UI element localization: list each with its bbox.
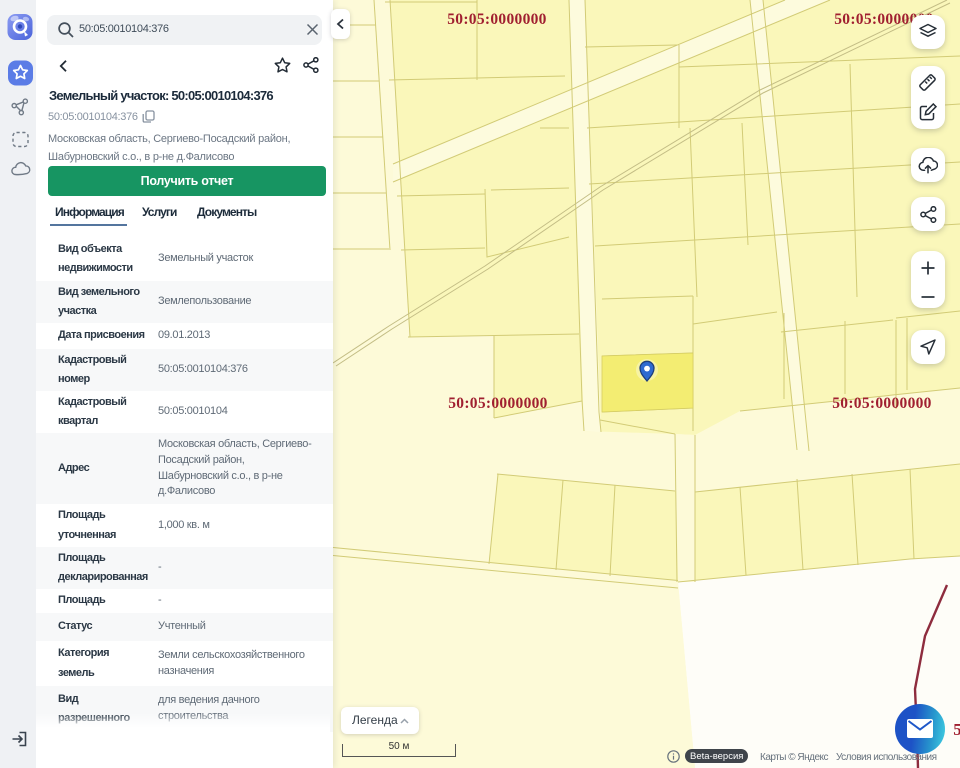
svg-text:50:05:0000000: 50:05:0000000 (832, 395, 931, 412)
svg-text:50:05:0000000: 50:05:0000000 (447, 11, 546, 28)
svg-text:50:05:0000000: 50:05:0000000 (448, 395, 547, 412)
svg-text:50: 50 (953, 720, 960, 739)
